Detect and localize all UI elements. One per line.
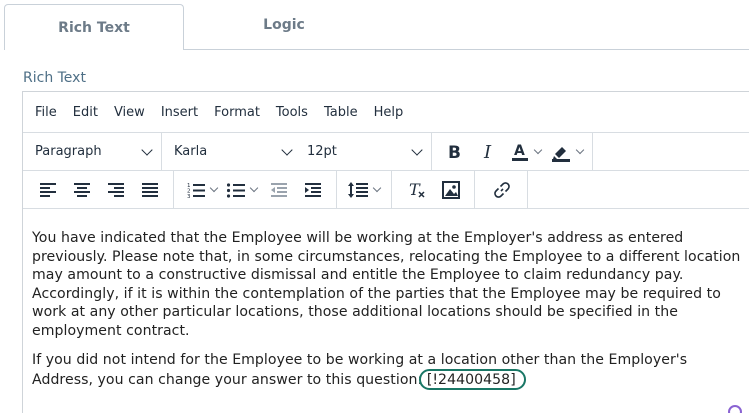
- menu-table[interactable]: Table: [324, 105, 358, 120]
- alignment-group: [23, 171, 174, 208]
- bullet-list-icon: [227, 182, 245, 198]
- bold-button[interactable]: B: [441, 138, 469, 166]
- indent-button[interactable]: [299, 176, 327, 204]
- tab-strip: Rich Text Logic: [0, 0, 749, 50]
- toolbar-row-2: 123 T: [23, 170, 749, 209]
- menu-edit[interactable]: Edit: [73, 105, 98, 120]
- align-center-icon: [74, 182, 90, 197]
- font-size-value: 12pt: [307, 144, 337, 159]
- paragraph-2-text: If you did not intend for the Employee t…: [32, 351, 688, 389]
- line-height-group: [337, 171, 392, 208]
- svg-text:A: A: [514, 143, 525, 159]
- text-color-button[interactable]: A: [509, 138, 543, 166]
- align-justify-icon: [142, 182, 158, 197]
- font-family-select[interactable]: Karla: [162, 133, 301, 170]
- chevron-down-icon: [411, 143, 423, 156]
- clear-format-icon: T: [409, 181, 425, 199]
- chevron-down-icon: [281, 143, 293, 156]
- menu-file[interactable]: File: [35, 105, 57, 120]
- field-label: Rich Text: [23, 70, 86, 86]
- chevron-down-icon: [533, 145, 543, 155]
- paragraph-2: If you did not intend for the Employee t…: [32, 351, 743, 391]
- font-size-select[interactable]: 12pt: [301, 133, 432, 170]
- highlight-button[interactable]: [549, 138, 585, 166]
- align-left-button[interactable]: [34, 176, 62, 204]
- insert-link-button[interactable]: [488, 176, 516, 204]
- menu-tools[interactable]: Tools: [276, 105, 308, 120]
- tab-logic[interactable]: Logic: [184, 0, 384, 50]
- chevron-down-icon: [372, 183, 382, 193]
- menu-help[interactable]: Help: [374, 105, 404, 120]
- rich-text-editor[interactable]: File Edit View Insert Format Tools Table…: [22, 91, 749, 413]
- menubar: File Edit View Insert Format Tools Table…: [23, 92, 749, 132]
- menu-format[interactable]: Format: [214, 105, 260, 120]
- align-justify-button[interactable]: [136, 176, 164, 204]
- paragraph-1: You have indicated that the Employee wil…: [32, 230, 741, 339]
- insert-image-button[interactable]: [437, 176, 465, 204]
- block-format-value: Paragraph: [35, 144, 102, 159]
- indent-icon: [305, 182, 321, 197]
- svg-text:3: 3: [187, 194, 191, 198]
- svg-text:I: I: [483, 143, 492, 161]
- numbered-list-button[interactable]: 123: [185, 176, 219, 204]
- link-group: [475, 171, 528, 208]
- editor-content[interactable]: You have indicated that the Employee wil…: [23, 210, 743, 400]
- link-icon: [494, 181, 510, 198]
- font-family-value: Karla: [174, 144, 208, 159]
- list-group: 123: [174, 171, 337, 208]
- chevron-down-icon: [141, 143, 153, 156]
- line-height-button[interactable]: [346, 176, 382, 204]
- svg-text:B: B: [448, 143, 461, 161]
- text-color-icon: A: [512, 143, 528, 161]
- chevron-down-icon: [575, 145, 585, 155]
- toolbar-row-1: Paragraph Karla 12pt B I A: [23, 132, 749, 170]
- menu-insert[interactable]: Insert: [161, 105, 198, 120]
- align-left-icon: [40, 182, 56, 197]
- line-height-icon: [348, 181, 368, 198]
- bullet-list-button[interactable]: [225, 176, 259, 204]
- clear-format-button[interactable]: T: [403, 176, 431, 204]
- tab-rich-text[interactable]: Rich Text: [4, 4, 184, 50]
- text-style-group: B I A: [432, 133, 593, 170]
- italic-icon: I: [483, 143, 492, 161]
- align-right-icon: [108, 182, 124, 197]
- menu-view[interactable]: View: [114, 105, 145, 120]
- outdent-button[interactable]: [265, 176, 293, 204]
- misc-group: T: [392, 171, 475, 208]
- chevron-down-icon: [249, 183, 259, 193]
- image-icon: [442, 180, 460, 199]
- resize-handle[interactable]: [728, 405, 742, 413]
- highlight-icon: [552, 146, 570, 162]
- italic-button[interactable]: I: [475, 138, 503, 166]
- block-format-select[interactable]: Paragraph: [23, 133, 162, 170]
- align-right-button[interactable]: [102, 176, 130, 204]
- outdent-icon: [271, 182, 287, 197]
- bold-icon: B: [448, 143, 461, 161]
- question-reference-token[interactable]: [!24400458]: [418, 369, 526, 391]
- align-center-button[interactable]: [68, 176, 96, 204]
- numbered-list-icon: 123: [187, 183, 205, 198]
- chevron-down-icon: [209, 183, 219, 193]
